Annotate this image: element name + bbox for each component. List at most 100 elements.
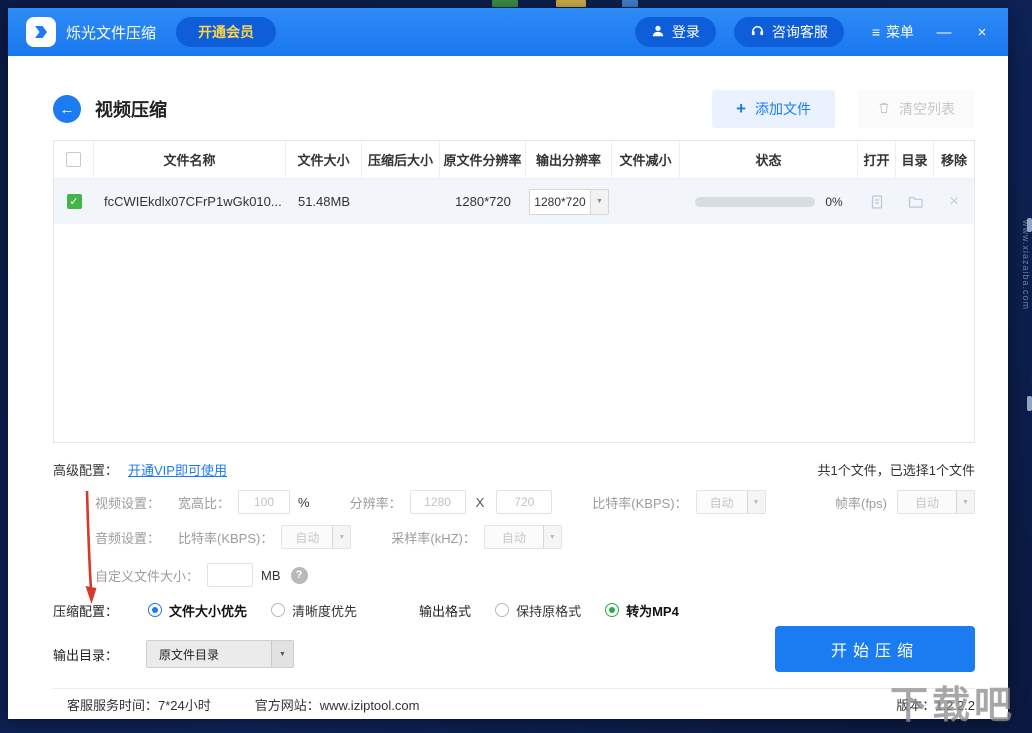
resolution-label: 分辨率： (349, 495, 402, 511)
custom-size-label: 自定义文件大小： (95, 568, 200, 584)
start-compress-button[interactable]: 开始压缩 (775, 626, 975, 672)
user-icon (651, 24, 665, 41)
column-header-directory: 目录 (896, 141, 934, 178)
desktop-icon-partial (622, 0, 638, 7)
open-file-icon[interactable] (869, 194, 885, 210)
output-dir-label: 输出目录： (53, 647, 119, 663)
radio-keep-format-label: 保持原格式 (516, 603, 582, 619)
output-format-label: 输出格式 (419, 603, 472, 619)
output-resolution-value: 1280*720 (534, 194, 586, 209)
add-file-label: 添加文件 (755, 101, 811, 117)
progress-percent: 0% (825, 194, 843, 209)
main-content: ← 视频压缩 + 添加文件 清空列表 文件名称 文件大小 压缩后大小 原文件分辨… (8, 56, 1008, 719)
remove-icon[interactable]: × (949, 193, 958, 211)
custom-size-input (207, 563, 254, 587)
page-title: 视频压缩 (95, 100, 167, 120)
app-window: 烁光文件压缩 开通会员 登录 咨询客服 ≡ 菜单 — × ← 视频压缩 + 添加… (8, 8, 1008, 719)
background-window-edge (1027, 218, 1032, 232)
orig-resolution: 1280*720 (455, 194, 511, 209)
aspect-ratio-input (238, 490, 291, 514)
chevron-down-icon: ▼ (332, 526, 351, 548)
clear-list-label: 清空列表 (899, 101, 955, 117)
fps-label: 帧率(fps) (834, 495, 887, 511)
chevron-down-icon: ▼ (956, 491, 974, 513)
audio-bitrate-dropdown: 自动 ▼ (281, 525, 352, 549)
app-logo-icon (26, 17, 56, 47)
radio-convert-mp4[interactable]: 转为MP4 (605, 601, 679, 620)
custom-size-unit: MB (261, 567, 281, 583)
minimize-button[interactable]: — (936, 24, 952, 41)
service-time: 客服服务时间：7*24小时 (67, 697, 211, 713)
check-icon: ✓ (69, 196, 79, 208)
clear-list-button[interactable]: 清空列表 (857, 90, 975, 128)
column-header-reduction: 文件减小 (612, 141, 680, 178)
radio-unselected-icon (495, 603, 510, 617)
output-dir-dropdown[interactable]: 原文件目录 ▼ (146, 640, 295, 668)
menu-button[interactable]: ≡ 菜单 (872, 22, 914, 42)
support-button[interactable]: 咨询客服 (733, 17, 844, 47)
radio-mp4-label: 转为MP4 (626, 603, 679, 619)
video-settings-label: 视频设置： (95, 495, 161, 511)
support-label: 咨询客服 (771, 24, 828, 40)
radio-clarity-priority[interactable]: 清晰度优先 (271, 601, 357, 620)
table-row[interactable]: ✓ fcCWIEkdlx07CFrP1wGk010... 51.48MB 128… (54, 179, 974, 224)
footer: 客服服务时间：7*24小时 官方网站：www.iziptool.com 版本：1… (53, 688, 975, 719)
advanced-config-row: 高级配置： 开通VIP即可使用 共1个文件，已选择1个文件 (53, 457, 975, 481)
add-file-button[interactable]: + 添加文件 (712, 90, 835, 128)
folder-icon[interactable] (907, 194, 924, 210)
aspect-unit: % (298, 494, 310, 510)
column-header-open: 打开 (858, 141, 896, 178)
official-website: 官方网站：www.iziptool.com (254, 697, 420, 713)
video-bitrate-label: 比特率(KBPS)： (592, 495, 688, 511)
compression-config-row: 压缩配置： 文件大小优先 清晰度优先 输出格式 保持原格式 转为MP4 (53, 597, 975, 623)
radio-unselected-icon (271, 603, 286, 617)
chevron-down-icon: ▼ (542, 526, 561, 548)
page-header: ← 视频压缩 + 添加文件 清空列表 (53, 90, 975, 128)
file-name: fcCWIEkdlx07CFrP1wGk010... (104, 194, 282, 209)
sample-rate-dropdown: 自动 ▼ (483, 525, 562, 549)
hamburger-icon: ≡ (871, 24, 880, 40)
login-button[interactable]: 登录 (634, 17, 716, 47)
close-button[interactable]: × (974, 24, 990, 41)
radio-selected-icon (605, 603, 620, 617)
progress-bar (695, 196, 816, 207)
custom-size-row: 自定义文件大小： MB ? (53, 562, 975, 588)
chevron-down-icon: ▼ (746, 491, 765, 513)
row-checkbox[interactable]: ✓ (66, 194, 82, 209)
back-arrow-icon: ← (59, 100, 75, 118)
titlebar: 烁光文件压缩 开通会员 登录 咨询客服 ≡ 菜单 — × (8, 8, 1008, 56)
select-all-checkbox[interactable] (66, 152, 81, 167)
video-settings-row: 视频设置： 宽高比： % 分辨率： X 比特率(KBPS)： 自动 ▼ 帧率(f… (53, 489, 975, 515)
desktop-icon-partial (492, 0, 518, 7)
output-dir-value: 原文件目录 (159, 647, 220, 662)
menu-label: 菜单 (886, 24, 914, 40)
video-bitrate-dropdown: 自动 ▼ (695, 490, 766, 514)
fps-value: 自动 (914, 495, 939, 510)
headset-icon (750, 23, 765, 41)
output-resolution-dropdown[interactable]: 1280*720 ▼ (529, 188, 609, 215)
file-size: 51.48MB (297, 194, 351, 209)
vip-button[interactable]: 开通会员 (176, 17, 277, 47)
radio-filesize-priority[interactable]: 文件大小优先 (148, 601, 247, 620)
advanced-config-label: 高级配置： (53, 462, 119, 478)
sample-rate-value: 自动 (501, 530, 526, 545)
column-header-status: 状态 (680, 141, 858, 178)
radio-keep-format[interactable]: 保持原格式 (495, 601, 581, 620)
resolution-x-separator: X (475, 494, 485, 510)
app-title: 烁光文件压缩 (66, 24, 157, 42)
audio-settings-label: 音频设置： (95, 530, 161, 546)
radio-filesize-label: 文件大小优先 (169, 603, 248, 619)
chevron-down-icon: ▼ (271, 641, 294, 667)
video-bitrate-value: 自动 (709, 495, 734, 510)
desktop-icon-partial (556, 0, 586, 7)
fps-dropdown: 自动 ▼ (897, 490, 975, 514)
vip-link[interactable]: 开通VIP即可使用 (128, 460, 227, 479)
radio-selected-icon (148, 603, 163, 617)
help-icon[interactable]: ? (290, 566, 308, 584)
sample-rate-label: 采样率(kHZ)： (391, 530, 476, 546)
aspect-ratio-label: 宽高比： (178, 495, 231, 511)
version: 版本：1.2.2.2 (896, 697, 975, 713)
back-button[interactable]: ← (53, 95, 81, 123)
audio-settings-row: 音频设置： 比特率(KBPS)： 自动 ▼ 采样率(kHZ)： 自动 ▼ (53, 524, 975, 550)
audio-bitrate-label: 比特率(KBPS)： (178, 530, 274, 546)
